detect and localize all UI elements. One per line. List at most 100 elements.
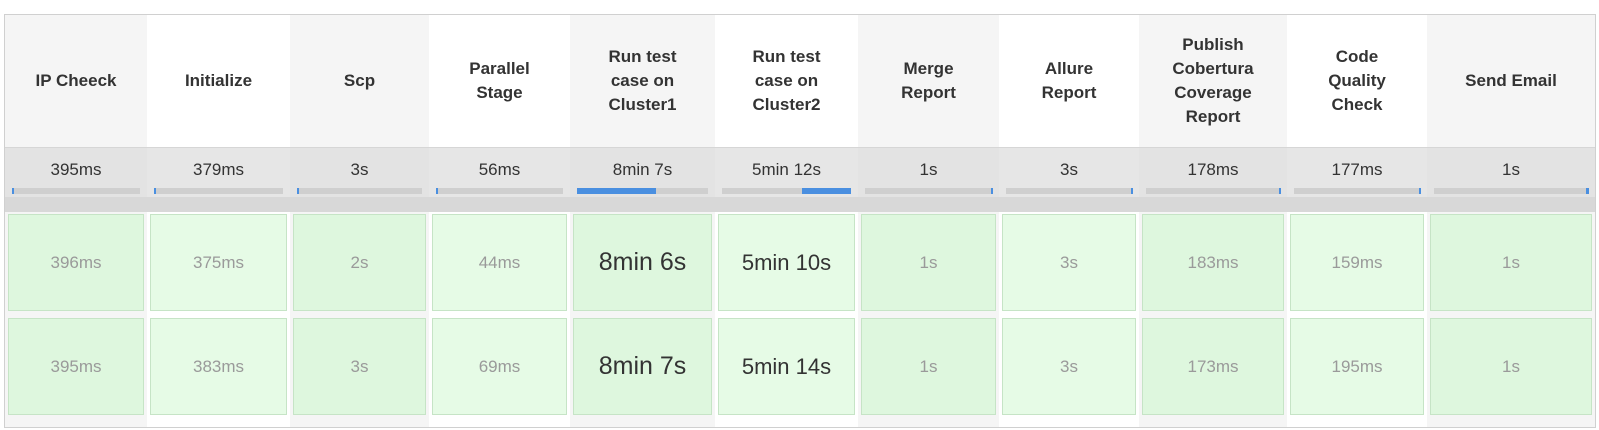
average-footer (999, 197, 1139, 212)
duration-progress-bar (1294, 188, 1421, 194)
stage-column: Allure Report 3s 3s 3s (999, 15, 1139, 427)
duration-progress-fill (1586, 188, 1589, 194)
duration-progress-fill (297, 188, 299, 194)
stage-header[interactable]: Publish Cobertura Coverage Report (1139, 15, 1287, 147)
average-footer (147, 197, 290, 212)
average-duration: 5min 12s (752, 160, 821, 179)
stage-run-cell[interactable]: 1s (1430, 214, 1592, 311)
duration-progress-bar (722, 188, 851, 194)
average-duration: 56ms (478, 160, 521, 179)
stage-run-cell[interactable]: 44ms (432, 214, 567, 311)
duration-progress-bar (865, 188, 993, 194)
average-duration: 3s (350, 160, 369, 179)
stage-run-cell[interactable]: 8min 6s (573, 214, 712, 311)
stage-run-cell[interactable]: 396ms (8, 214, 144, 311)
stage-average: 56ms (429, 147, 570, 212)
duration-progress-bar (1146, 188, 1281, 194)
stage-run-cell[interactable]: 1s (1430, 318, 1592, 415)
duration-progress-fill (1278, 188, 1281, 194)
duration-progress-bar (297, 188, 422, 194)
stage-run-cell[interactable]: 1s (861, 214, 996, 311)
duration-progress-bar (1434, 188, 1589, 194)
duration-progress-fill (12, 188, 14, 194)
stage-run-cell[interactable]: 383ms (150, 318, 287, 415)
duration-progress-fill (577, 188, 656, 194)
stage-average: 5min 12s (715, 147, 858, 212)
average-footer (290, 197, 429, 212)
stage-run-cell[interactable]: 8min 7s (573, 318, 712, 415)
stage-run-cell[interactable]: 375ms (150, 214, 287, 311)
stage-column: Merge Report 1s 1s 1s (858, 15, 999, 427)
stage-run-cell[interactable]: 5min 10s (718, 214, 855, 311)
stage-run-cell[interactable]: 2s (293, 214, 426, 311)
stage-column: Publish Cobertura Coverage Report 178ms 18… (1139, 15, 1287, 427)
stage-header[interactable]: Initialize (147, 15, 290, 147)
stage-name: Code Quality Check (1328, 47, 1386, 114)
stage-column: Scp 3s 2s 3s (290, 15, 429, 427)
stage-average: 379ms (147, 147, 290, 212)
stage-run-cell[interactable]: 395ms (8, 318, 144, 415)
average-footer (5, 197, 147, 212)
stage-run-cell[interactable]: 5min 14s (718, 318, 855, 415)
stage-header[interactable]: IP Cheeck (5, 15, 147, 147)
average-footer (715, 197, 858, 212)
average-footer (1139, 197, 1287, 212)
stage-run-cell[interactable]: 173ms (1142, 318, 1284, 415)
average-footer (1427, 197, 1595, 212)
duration-progress-bar (1006, 188, 1133, 194)
stage-run-cell[interactable]: 195ms (1290, 318, 1424, 415)
average-duration: 395ms (50, 160, 102, 179)
average-duration: 379ms (192, 160, 245, 179)
stage-header[interactable]: Allure Report (999, 15, 1139, 147)
average-duration: 3s (1060, 160, 1078, 179)
stage-run-cell[interactable]: 3s (1002, 318, 1136, 415)
duration-progress-bar (154, 188, 283, 194)
stage-name: Send Email (1465, 71, 1557, 90)
stage-name: Publish Cobertura Coverage Report (1172, 35, 1254, 126)
stage-header[interactable]: Run test case on Cluster2 (715, 15, 858, 147)
stage-header[interactable]: Code Quality Check (1287, 15, 1427, 147)
stage-average: 1s (1427, 147, 1595, 212)
stage-average: 178ms (1139, 147, 1287, 212)
average-duration: 177ms (1331, 160, 1383, 179)
duration-progress-fill (801, 188, 851, 194)
stage-column: Run test case on Cluster1 8min 7s 8min 6s 8… (570, 15, 715, 427)
stage-run-cell[interactable]: 69ms (432, 318, 567, 415)
average-footer (858, 197, 999, 212)
stage-view-table: IP Cheeck 395ms 396ms 395ms Initialize 379ms 3… (4, 14, 1596, 428)
duration-progress-fill (1130, 188, 1133, 194)
stage-run-cell[interactable]: 183ms (1142, 214, 1284, 311)
stage-average: 3s (999, 147, 1139, 212)
stage-column: Initialize 379ms 375ms 383ms (147, 15, 290, 427)
duration-progress-fill (990, 188, 993, 194)
stage-name: Allure Report (1041, 59, 1097, 102)
stage-column: Code Quality Check 177ms 159ms 195ms (1287, 15, 1427, 427)
average-footer (570, 197, 715, 212)
stage-column: IP Cheeck 395ms 396ms 395ms (5, 15, 147, 427)
stage-column: Send Email 1s 1s 1s (1427, 15, 1595, 427)
duration-progress-fill (1418, 188, 1421, 194)
duration-progress-bar (436, 188, 563, 194)
stage-name: Scp (343, 71, 376, 90)
duration-progress-fill (154, 188, 156, 194)
stage-header[interactable]: Parallel Stage (429, 15, 570, 147)
stage-run-cell[interactable]: 159ms (1290, 214, 1424, 311)
average-duration: 8min 7s (612, 160, 673, 179)
stage-header[interactable]: Scp (290, 15, 429, 147)
stage-average: 1s (858, 147, 999, 212)
stage-column: Parallel Stage 56ms 44ms 69ms (429, 15, 570, 427)
stage-name: Merge Report (901, 59, 956, 102)
duration-progress-bar (12, 188, 140, 194)
stage-run-cell[interactable]: 3s (1002, 214, 1136, 311)
average-duration: 178ms (1187, 160, 1239, 179)
stage-header[interactable]: Run test case on Cluster1 (570, 15, 715, 147)
duration-progress-fill (436, 188, 438, 194)
average-duration: 1s (919, 160, 938, 179)
stage-name: Run test case on Cluster1 (608, 47, 677, 114)
stage-average: 8min 7s (570, 147, 715, 212)
stage-header[interactable]: Send Email (1427, 15, 1595, 147)
stage-header[interactable]: Merge Report (858, 15, 999, 147)
average-footer (429, 197, 570, 212)
stage-run-cell[interactable]: 3s (293, 318, 426, 415)
stage-run-cell[interactable]: 1s (861, 318, 996, 415)
